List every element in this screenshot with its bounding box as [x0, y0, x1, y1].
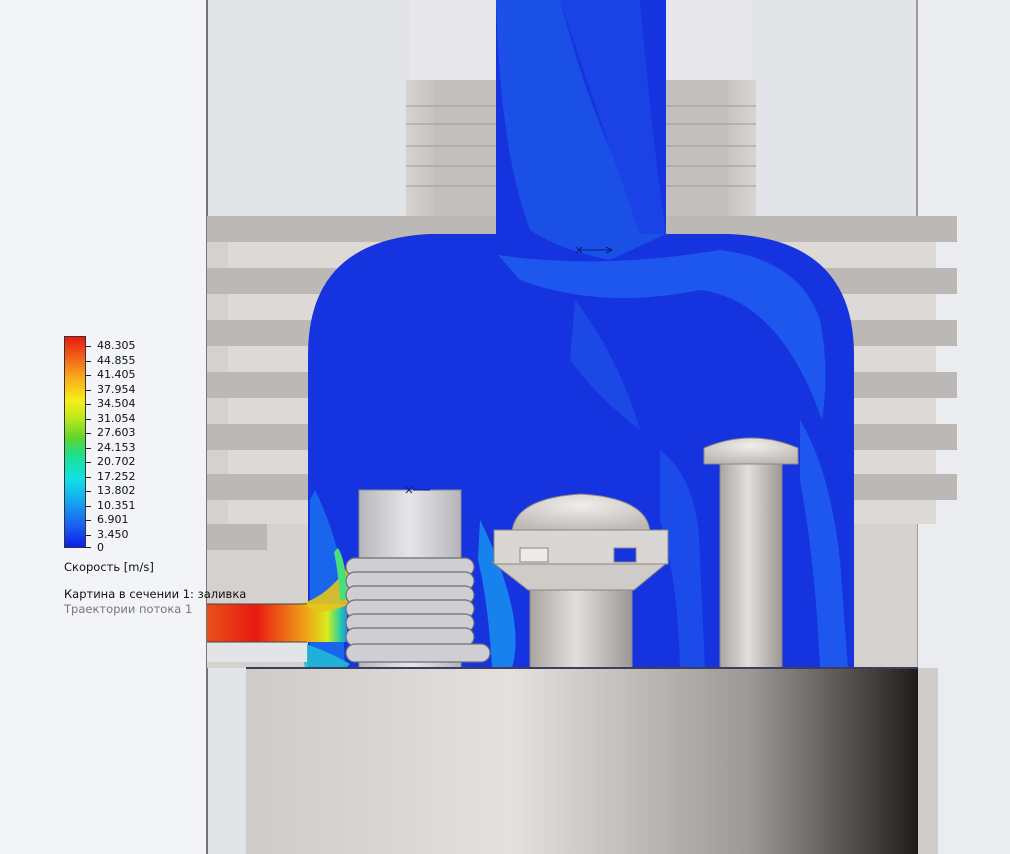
- colorbar-value: 17.252: [97, 470, 136, 483]
- inlet-tube-left: [410, 0, 496, 80]
- velocity-colorbar: [64, 336, 86, 548]
- inlet-tube-right: [666, 0, 752, 80]
- base-block: [246, 668, 918, 854]
- velocity-legend: 48.305 44.855 41.405 37.954 34.504 31.05…: [64, 334, 254, 624]
- colorbar-value: 27.603: [97, 426, 136, 439]
- colorbar-value: 6.901: [97, 513, 129, 526]
- legend-trajectory-label[interactable]: Траектории потока 1: [64, 602, 192, 616]
- legend-quantity-label: Скорость [m/s]: [64, 560, 154, 574]
- coil-spring: [345, 557, 491, 663]
- colorbar-value: 10.351: [97, 499, 136, 512]
- colorbar-value: 31.054: [97, 412, 136, 425]
- colorbar-value: 34.504: [97, 397, 136, 410]
- colorbar-value: 48.305: [97, 339, 136, 352]
- colorbar-value: 44.855: [97, 354, 136, 367]
- colorbar-value: 0: [97, 541, 104, 554]
- colorbar-value: 41.405: [97, 368, 136, 381]
- colorbar-value: 24.153: [97, 441, 136, 454]
- colorbar-value: 20.702: [97, 455, 136, 468]
- colorbar-value: 37.954: [97, 383, 136, 396]
- colorbar-value: 13.802: [97, 484, 136, 497]
- colorbar-value: 3.450: [97, 528, 129, 541]
- legend-plot-label[interactable]: Картина в сечении 1: заливка: [64, 587, 246, 601]
